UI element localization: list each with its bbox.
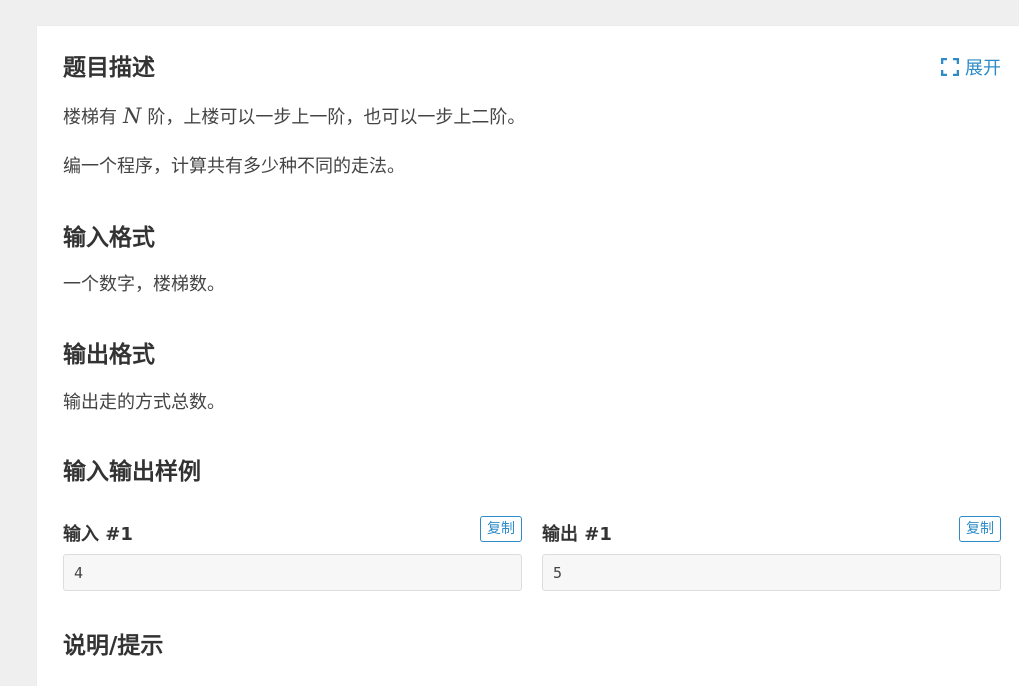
math-variable-n: N (123, 104, 142, 128)
expand-button[interactable]: 展开 (941, 54, 1001, 80)
description-line-1-post: 阶，上楼可以一步上一阶，也可以一步上二阶。 (147, 107, 526, 128)
copy-output-button[interactable]: 复制 (959, 516, 1001, 542)
input-format-title: 输入格式 (63, 225, 155, 251)
output-format-text: 输出走的方式总数。 (63, 392, 225, 413)
sample-input-block: 输入 #1 复制 4 (63, 516, 522, 591)
sample-output-label: 输出 #1 (542, 524, 612, 545)
hint-title: 说明/提示 (63, 633, 164, 659)
description-line-2: 编一个程序，计算共有多少种不同的走法。 (63, 156, 405, 177)
sample-input-label: 输入 #1 (63, 524, 133, 545)
description-title: 题目描述 (63, 55, 155, 81)
input-format-text: 一个数字，楼梯数。 (63, 274, 225, 295)
problem-card: 题目描述 展开 楼梯有 N 阶，上楼可以一步上一阶，也可以一步上二阶。 编一个程序，… (37, 26, 1019, 686)
samples-title: 输入输出样例 (63, 459, 201, 485)
sample-output-block: 输出 #1 复制 5 (542, 516, 1001, 591)
expand-label: 展开 (965, 58, 1001, 79)
description-line-1-pre: 楼梯有 (63, 107, 117, 128)
output-format-title: 输出格式 (63, 342, 155, 368)
copy-input-button[interactable]: 复制 (480, 516, 522, 542)
description-line-1: 楼梯有 N 阶，上楼可以一步上一阶，也可以一步上二阶。 (63, 104, 525, 130)
sample-input-box[interactable]: 4 (63, 554, 522, 591)
expand-icon (941, 58, 959, 76)
sample-output-box[interactable]: 5 (542, 554, 1001, 591)
